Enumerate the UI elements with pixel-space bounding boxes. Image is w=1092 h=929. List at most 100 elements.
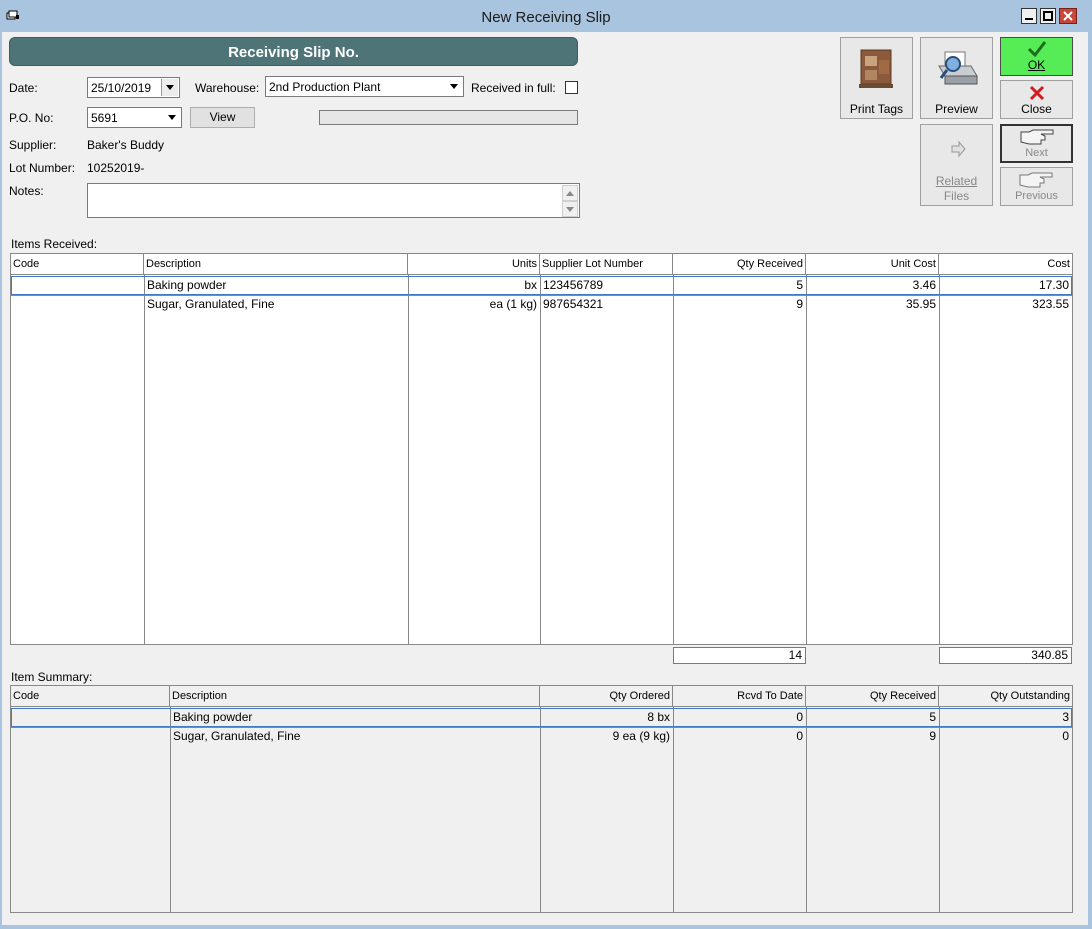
po-select[interactable]: 5691: [87, 107, 182, 128]
scroll-up-button[interactable]: [562, 185, 578, 201]
cell-cost[interactable]: 323.55: [939, 295, 1072, 314]
item-summary-grid[interactable]: Code Description Qty Ordered Rcvd To Dat…: [10, 685, 1073, 913]
ok-button[interactable]: OK: [1000, 37, 1073, 76]
notes-scrollbar[interactable]: [562, 185, 578, 217]
po-value: 5691: [91, 111, 118, 125]
close-window-button[interactable]: [1059, 8, 1077, 24]
cell-supplier-lot[interactable]: 123456789: [540, 276, 673, 295]
next-label: Next: [1025, 147, 1048, 159]
x-icon: [1029, 85, 1045, 101]
close-label: Close: [1021, 102, 1052, 116]
col-qty-outstanding[interactable]: Qty Outstanding: [939, 686, 1072, 706]
maximize-button[interactable]: [1040, 8, 1056, 24]
cell-description[interactable]: Sugar, Granulated, Fine: [144, 295, 408, 314]
preview-button[interactable]: Preview: [920, 37, 993, 119]
cell-unit-cost[interactable]: 3.46: [806, 276, 939, 295]
related-files-icon: [951, 140, 966, 158]
cell-qty-received[interactable]: 9: [673, 295, 806, 314]
col-supplier-lot[interactable]: Supplier Lot Number: [540, 254, 673, 274]
received-in-full-label: Received in full:: [471, 81, 556, 95]
cell-code[interactable]: [11, 276, 144, 295]
cell-qty-outstanding[interactable]: 0: [939, 727, 1072, 746]
items-received-header: Code Description Units Supplier Lot Numb…: [11, 254, 1072, 275]
cell-qty-received[interactable]: 5: [806, 708, 939, 727]
col-description[interactable]: Description: [170, 686, 540, 706]
scroll-down-button[interactable]: [562, 201, 578, 217]
cell-qty-received[interactable]: 5: [673, 276, 806, 295]
po-label: P.O. No:: [9, 111, 54, 125]
warehouse-select[interactable]: 2nd Production Plant: [265, 76, 464, 97]
chevron-down-icon[interactable]: [164, 109, 180, 126]
col-qty-received[interactable]: Qty Received: [673, 254, 806, 274]
previous-button[interactable]: Previous: [1000, 167, 1073, 206]
cell-description[interactable]: Baking powder: [170, 708, 540, 727]
grid-divider: [144, 274, 145, 644]
col-cost[interactable]: Cost: [939, 254, 1072, 274]
cell-supplier-lot[interactable]: 987654321: [540, 295, 673, 314]
cell-cost[interactable]: 17.30: [939, 276, 1072, 295]
grid-divider: [673, 274, 674, 644]
cell-qty-ordered[interactable]: 8 bx: [540, 708, 673, 727]
grid-divider: [408, 274, 409, 644]
date-value: 25/10/2019: [91, 81, 152, 95]
progress-bar: [319, 110, 578, 125]
minimize-icon: [1025, 18, 1033, 20]
lot-number-value: 10252019-: [87, 161, 145, 175]
maximize-icon: [1043, 11, 1053, 21]
total-qty-received: 14: [673, 647, 806, 664]
chevron-down-icon[interactable]: [161, 79, 178, 96]
next-button[interactable]: Next: [1000, 124, 1073, 163]
cell-code[interactable]: [11, 727, 170, 746]
col-code[interactable]: Code: [11, 254, 144, 274]
notes-value: [88, 184, 94, 203]
cell-qty-outstanding[interactable]: 3: [939, 708, 1072, 727]
supplier-label: Supplier:: [9, 138, 57, 152]
item-summary-header: Code Description Qty Ordered Rcvd To Dat…: [11, 686, 1072, 707]
cell-description[interactable]: Baking powder: [144, 276, 408, 295]
view-button[interactable]: View: [190, 107, 255, 128]
items-received-grid[interactable]: Code Description Units Supplier Lot Numb…: [10, 253, 1073, 645]
related-files-label-line1: Related: [935, 174, 978, 188]
cell-description[interactable]: Sugar, Granulated, Fine: [170, 727, 540, 746]
cell-qty-received[interactable]: 9: [806, 727, 939, 746]
receiving-slip-header: Receiving Slip No.: [9, 37, 578, 66]
cell-units[interactable]: bx: [408, 276, 540, 295]
minimize-button[interactable]: [1021, 8, 1037, 24]
chevron-up-icon: [566, 191, 574, 196]
print-tags-button[interactable]: Print Tags: [840, 37, 913, 119]
window: New Receiving Slip Receiving Slip No. Da…: [0, 0, 1092, 929]
col-unit-cost[interactable]: Unit Cost: [806, 254, 939, 274]
col-rcvd-to-date[interactable]: Rcvd To Date: [673, 686, 806, 706]
grid-divider: [939, 274, 940, 644]
total-cost: 340.85: [939, 647, 1072, 664]
cell-unit-cost[interactable]: 35.95: [806, 295, 939, 314]
date-picker[interactable]: 25/10/2019: [87, 77, 180, 98]
col-qty-received[interactable]: Qty Received: [806, 686, 939, 706]
cell-units[interactable]: ea (1 kg): [408, 295, 540, 314]
cell-rcvd-to-date[interactable]: 0: [673, 727, 806, 746]
previous-label: Previous: [1015, 190, 1058, 202]
print-tags-label: Print Tags: [849, 102, 904, 116]
related-files-button[interactable]: Related Files: [920, 124, 993, 206]
cell-qty-ordered[interactable]: 9 ea (9 kg): [540, 727, 673, 746]
col-qty-ordered[interactable]: Qty Ordered: [540, 686, 673, 706]
col-code[interactable]: Code: [11, 686, 170, 706]
preview-label: Preview: [935, 102, 978, 116]
cell-code[interactable]: [11, 708, 170, 727]
printer-icon: [938, 51, 978, 85]
cell-rcvd-to-date[interactable]: 0: [673, 708, 806, 727]
col-units[interactable]: Units: [408, 254, 540, 274]
warehouse-value: 2nd Production Plant: [269, 80, 381, 94]
col-description[interactable]: Description: [144, 254, 408, 274]
title-bar: New Receiving Slip: [0, 0, 1092, 32]
ok-label: OK: [1027, 58, 1046, 72]
chevron-down-icon: [566, 207, 574, 212]
checkmark-icon: [1027, 41, 1047, 58]
notes-textarea[interactable]: [87, 183, 580, 218]
notes-label: Notes:: [9, 184, 44, 198]
chevron-down-icon[interactable]: [446, 78, 462, 95]
received-in-full-checkbox[interactable]: [565, 81, 578, 94]
cell-code[interactable]: [11, 295, 144, 314]
close-button[interactable]: Close: [1000, 80, 1073, 119]
dialog-body: Receiving Slip No. Date: 25/10/2019 Ware…: [2, 32, 1088, 925]
